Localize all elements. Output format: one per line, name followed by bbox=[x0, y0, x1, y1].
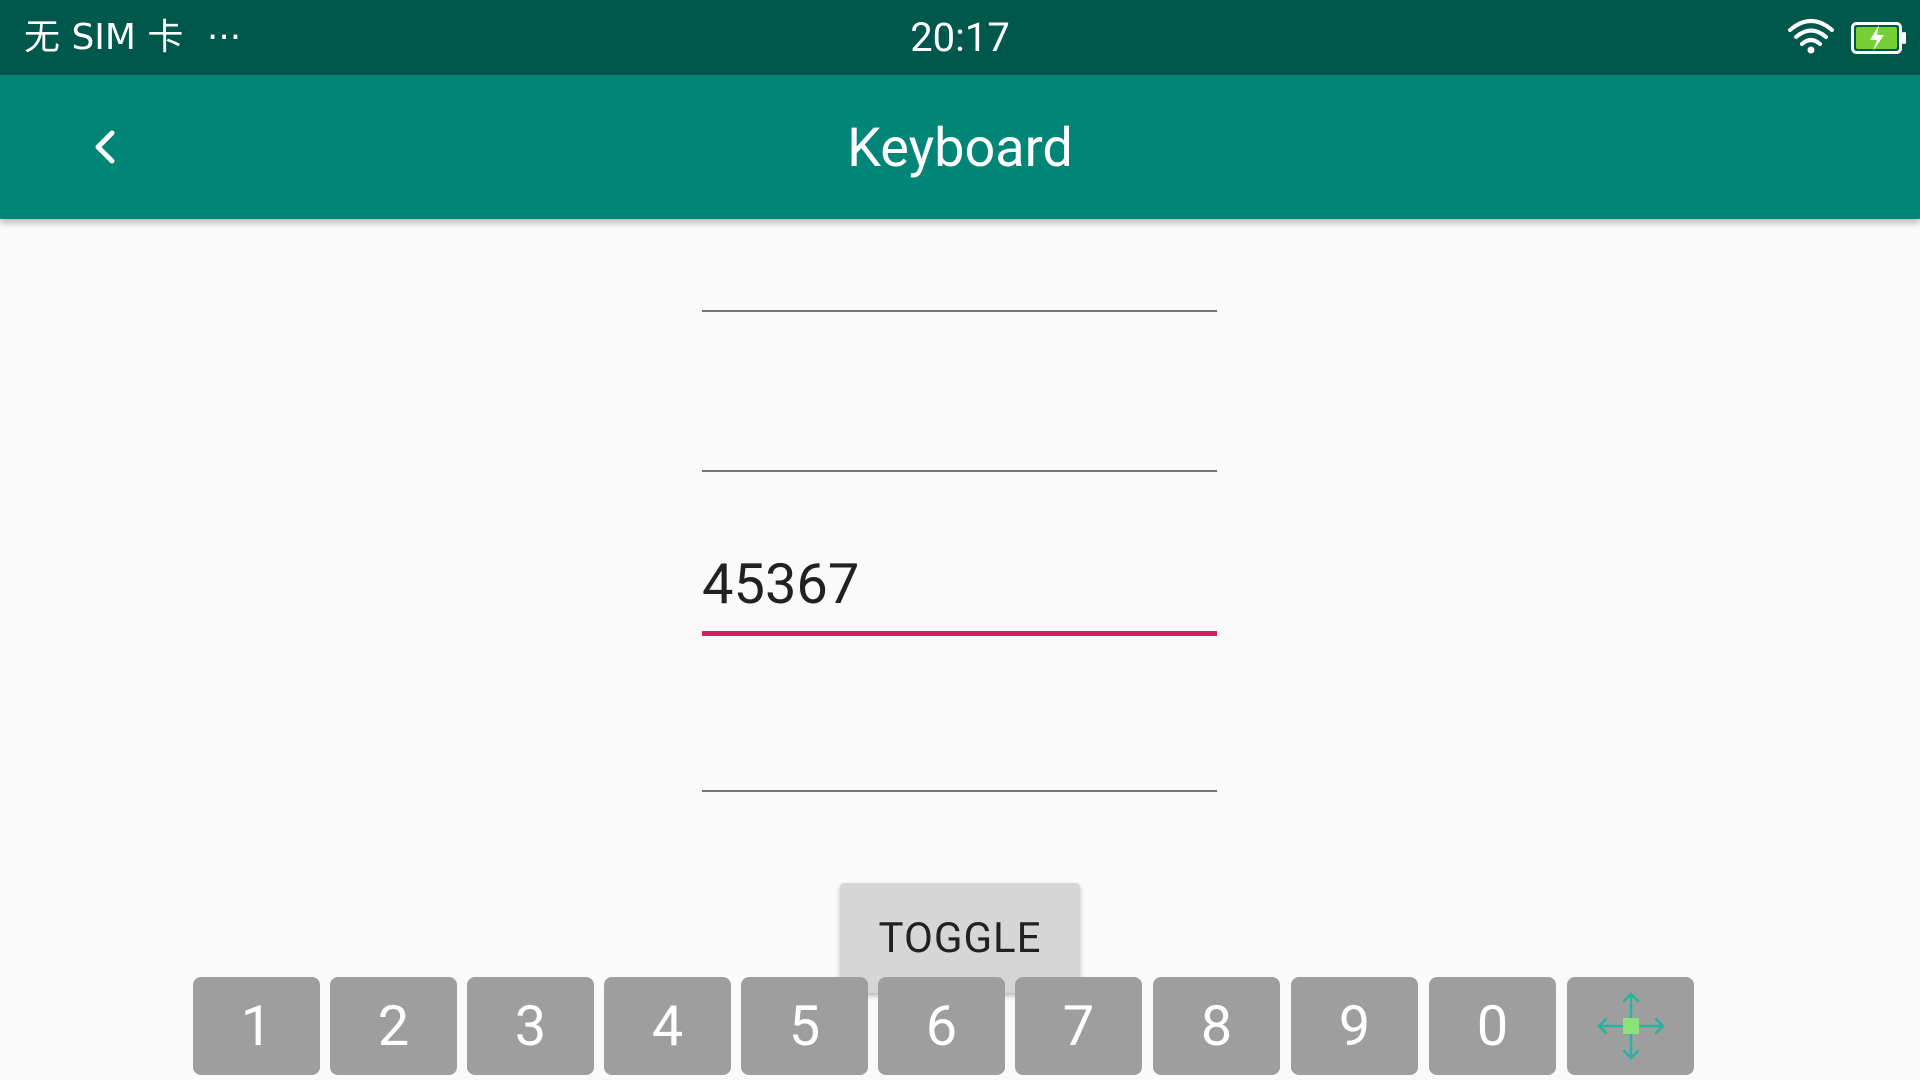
key-2[interactable]: 2 bbox=[330, 977, 457, 1075]
page-title: Keyboard bbox=[847, 117, 1073, 180]
text-field-4[interactable] bbox=[702, 712, 1217, 792]
status-time: 20:17 bbox=[910, 14, 1010, 61]
key-4[interactable]: 4 bbox=[604, 977, 731, 1075]
key-9[interactable]: 9 bbox=[1291, 977, 1418, 1075]
key-3[interactable]: 3 bbox=[467, 977, 594, 1075]
field-value: 45367 bbox=[702, 551, 860, 617]
key-7[interactable]: 7 bbox=[1015, 977, 1142, 1075]
battery-charging-icon bbox=[1851, 22, 1906, 54]
status-bar: 无 SIM 卡 ··· 20:17 bbox=[0, 0, 1920, 75]
wifi-icon bbox=[1788, 19, 1834, 54]
move-icon bbox=[1596, 992, 1665, 1060]
key-0[interactable]: 0 bbox=[1429, 977, 1556, 1075]
text-field-2[interactable] bbox=[702, 392, 1217, 472]
text-field-1[interactable] bbox=[702, 232, 1217, 312]
text-field-3[interactable]: 45367 bbox=[702, 551, 1217, 636]
key-1[interactable]: 1 bbox=[193, 977, 320, 1075]
key-6[interactable]: 6 bbox=[878, 977, 1005, 1075]
key-5[interactable]: 5 bbox=[741, 977, 868, 1075]
move-keyboard-key[interactable] bbox=[1567, 977, 1694, 1075]
app-bar: Keyboard bbox=[0, 75, 1920, 219]
key-8[interactable]: 8 bbox=[1153, 977, 1280, 1075]
